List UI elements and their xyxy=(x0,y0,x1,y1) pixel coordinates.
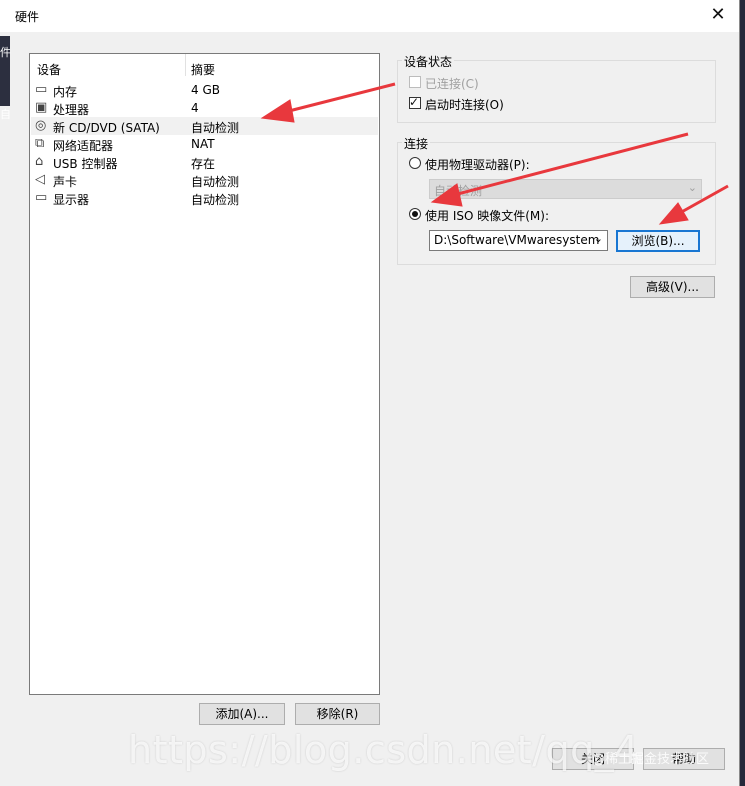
device-summary: 4 GB xyxy=(191,83,220,97)
device-summary: 自动检测 xyxy=(191,193,240,207)
device-row[interactable]: ◁ 声卡 自动检测 xyxy=(31,171,378,189)
device-row[interactable]: ▭ 显示器 自动检测 xyxy=(31,189,378,207)
iso-image-label: 使用 ISO 映像文件(M): xyxy=(425,209,549,223)
remove-device-button[interactable]: 移除(R) xyxy=(295,703,380,725)
iso-image-radio[interactable] xyxy=(409,208,421,220)
physical-drive-select: 自动检测 ⌄ xyxy=(429,179,702,199)
browse-button[interactable]: 浏览(B)... xyxy=(616,230,700,252)
dialog-title: 硬件 xyxy=(15,10,40,24)
device-row[interactable]: ⧉ 网络适配器 NAT xyxy=(31,135,378,153)
network-adapter-icon: ⧉ xyxy=(35,136,45,151)
background-text: 自 xyxy=(0,108,11,121)
connect-at-power-on-label: 启动时连接(O) xyxy=(425,98,504,112)
iso-path-value: D:\Software\VMwaresystem xyxy=(434,233,600,247)
cd-dvd-icon: ◎ xyxy=(35,118,47,133)
connect-at-power-on-checkbox[interactable]: ✓ xyxy=(409,95,421,109)
column-header-device[interactable]: 设备 xyxy=(37,61,61,78)
device-summary: NAT xyxy=(191,137,215,151)
chevron-down-icon[interactable]: ⌄ xyxy=(594,232,603,245)
device-name: 显示器 xyxy=(53,193,90,207)
title-bar: 硬件 ✕ xyxy=(0,0,739,32)
device-row[interactable]: ⌂ USB 控制器 存在 xyxy=(31,153,378,171)
device-name: 内存 xyxy=(53,85,78,99)
column-divider[interactable] xyxy=(185,54,186,76)
radio-selected-dot xyxy=(412,211,418,217)
sound-card-icon: ◁ xyxy=(35,172,45,187)
device-name: USB 控制器 xyxy=(53,157,118,171)
device-name: 声卡 xyxy=(53,175,78,189)
close-icon[interactable]: ✕ xyxy=(707,4,729,26)
add-device-button[interactable]: 添加(A)... xyxy=(199,703,285,725)
connected-checkbox[interactable] xyxy=(409,76,421,88)
background-text: 件 xyxy=(0,46,11,59)
connected-label: 已连接(C) xyxy=(425,77,479,91)
column-header-summary[interactable]: 摘要 xyxy=(191,61,215,78)
watermark-overlay: @稀土掘金技术社区 xyxy=(592,752,710,767)
device-name: 网络适配器 xyxy=(53,139,114,153)
physical-drive-radio[interactable] xyxy=(409,157,421,169)
hardware-dialog: 硬件 ✕ 设备 摘要 ▭ 内存 4 GB ▣ 处理器 4 ◎ 新 CD/DVD (SATA) 自… xyxy=(0,0,740,786)
memory-icon: ▭ xyxy=(35,82,48,97)
device-summary: 4 xyxy=(191,101,199,115)
device-row[interactable]: ▣ 处理器 4 xyxy=(31,99,378,117)
chevron-down-icon: ⌄ xyxy=(687,181,697,194)
background-edge xyxy=(740,0,745,786)
background-left-edge: 件 自 xyxy=(0,36,11,121)
device-summary: 自动检测 xyxy=(191,175,240,189)
device-row[interactable]: ◎ 新 CD/DVD (SATA) 自动检测 xyxy=(31,117,378,135)
physical-drive-value: 自动检测 xyxy=(434,184,483,198)
device-name: 处理器 xyxy=(53,103,90,117)
device-row[interactable]: ▭ 内存 4 GB xyxy=(31,81,378,99)
device-list[interactable]: 设备 摘要 ▭ 内存 4 GB ▣ 处理器 4 ◎ 新 CD/DVD (SATA) 自动检测 ⧉ 网… xyxy=(29,53,380,695)
processor-icon: ▣ xyxy=(35,100,48,115)
device-summary: 自动检测 xyxy=(191,121,240,135)
usb-icon: ⌂ xyxy=(35,154,44,169)
connection-label: 连接 xyxy=(402,135,431,152)
device-list-header: 设备 摘要 xyxy=(30,54,379,78)
device-summary: 存在 xyxy=(191,157,216,171)
watermark-text: https://blog.csdn.net/qq_4 xyxy=(128,728,639,772)
advanced-button[interactable]: 高级(V)... xyxy=(630,276,715,298)
display-icon: ▭ xyxy=(35,190,48,205)
physical-drive-label: 使用物理驱动器(P): xyxy=(425,158,530,172)
checkmark-icon: ✓ xyxy=(409,95,420,109)
iso-path-combobox[interactable]: D:\Software\VMwaresystem ⌄ xyxy=(429,230,608,251)
device-name: 新 CD/DVD (SATA) xyxy=(53,121,160,135)
device-status-label: 设备状态 xyxy=(402,53,455,70)
